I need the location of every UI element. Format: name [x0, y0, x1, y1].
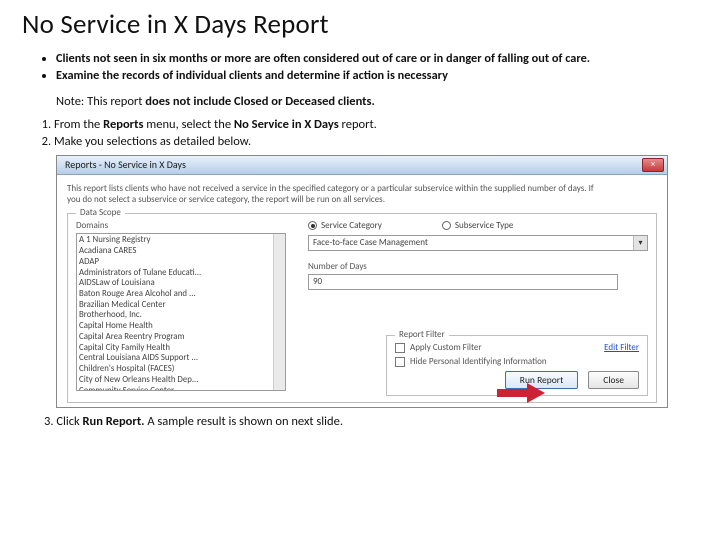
radio-dot-icon [308, 221, 317, 230]
checkbox-label: Hide Personal Identifying Information [410, 356, 547, 367]
report-window: Reports - No Service in X Days × This re… [56, 155, 668, 408]
list-item[interactable]: City of New Orleans Health Dep... [79, 375, 283, 386]
list-item[interactable]: Brazilian Medical Center [79, 300, 283, 311]
numdays-label: Number of Days [308, 261, 648, 272]
list-item[interactable]: Central Louisiana AIDS Support ... [79, 353, 283, 364]
list-item[interactable]: Administrators of Tulane Educati... [79, 268, 283, 279]
domains-listbox[interactable]: A 1 Nursing Registry Acadiana CARES ADAP… [76, 233, 286, 391]
window-title: Reports - No Service in X Days [65, 158, 186, 171]
scrollbar[interactable] [273, 234, 285, 390]
list-item[interactable]: ADAP [79, 257, 283, 268]
checkbox-apply-filter[interactable] [395, 343, 405, 353]
list-item[interactable]: Community Service Center [79, 386, 283, 392]
list-item[interactable]: Children's Hospital (FACES) [79, 364, 283, 375]
report-description: This report lists clients who have not r… [67, 183, 657, 206]
list-item[interactable]: Capital Home Health [79, 321, 283, 332]
service-category-combo[interactable]: Face-to-face Case Management ▾ [308, 235, 648, 251]
window-titlebar: Reports - No Service in X Days × [57, 156, 667, 175]
list-item[interactable]: A 1 Nursing Registry [79, 235, 283, 246]
data-scope-legend: Data Scope [76, 207, 125, 218]
radio-dot-icon [442, 221, 451, 230]
report-filter-fieldset: Report Filter Apply Custom Filter Edit F… [386, 335, 648, 396]
list-item[interactable]: AIDSLaw of Louisiana [79, 278, 283, 289]
list-item[interactable]: Baton Rouge Area Alcohol and ... [79, 289, 283, 300]
data-scope-fieldset: Data Scope Domains A 1 Nursing Registry … [67, 213, 657, 403]
radio-subservice-type[interactable]: Subservice Type [442, 220, 513, 231]
bullet-item: Examine the records of individual client… [56, 68, 698, 85]
page-title: No Service in X Days Report [22, 8, 698, 41]
step-2: Make you selections as detailed below. [54, 134, 698, 151]
list-item[interactable]: Capital Area Reentry Program [79, 332, 283, 343]
bullet-item: Clients not seen in six months or more a… [56, 51, 698, 68]
checkbox-label: Apply Custom Filter [410, 342, 481, 353]
domains-label: Domains [76, 220, 286, 231]
close-button[interactable]: Close [588, 371, 639, 389]
note-text: Note: This report does not include Close… [56, 94, 698, 109]
report-filter-legend: Report Filter [395, 329, 449, 340]
checkbox-hide-pii[interactable] [395, 357, 405, 367]
list-item[interactable]: Acadiana CARES [79, 246, 283, 257]
run-report-button[interactable]: Run Report [505, 371, 579, 389]
list-item[interactable]: Capital City Family Health [79, 343, 283, 354]
bullet-list: Clients not seen in six months or more a… [22, 51, 698, 84]
list-item[interactable]: Brotherhood, Inc. [79, 310, 283, 321]
step-3: 3. Click Run Report. A sample result is … [44, 414, 698, 429]
radio-service-category[interactable]: Service Category [308, 220, 382, 231]
window-close-button[interactable]: × [642, 158, 664, 172]
chevron-down-icon: ▾ [633, 236, 647, 250]
edit-filter-link[interactable]: Edit Filter [604, 342, 639, 353]
step-1: From the Reports menu, select the No Ser… [54, 117, 698, 134]
numdays-input[interactable]: 90 [308, 274, 618, 290]
steps-list: From the Reports menu, select the No Ser… [32, 117, 698, 151]
